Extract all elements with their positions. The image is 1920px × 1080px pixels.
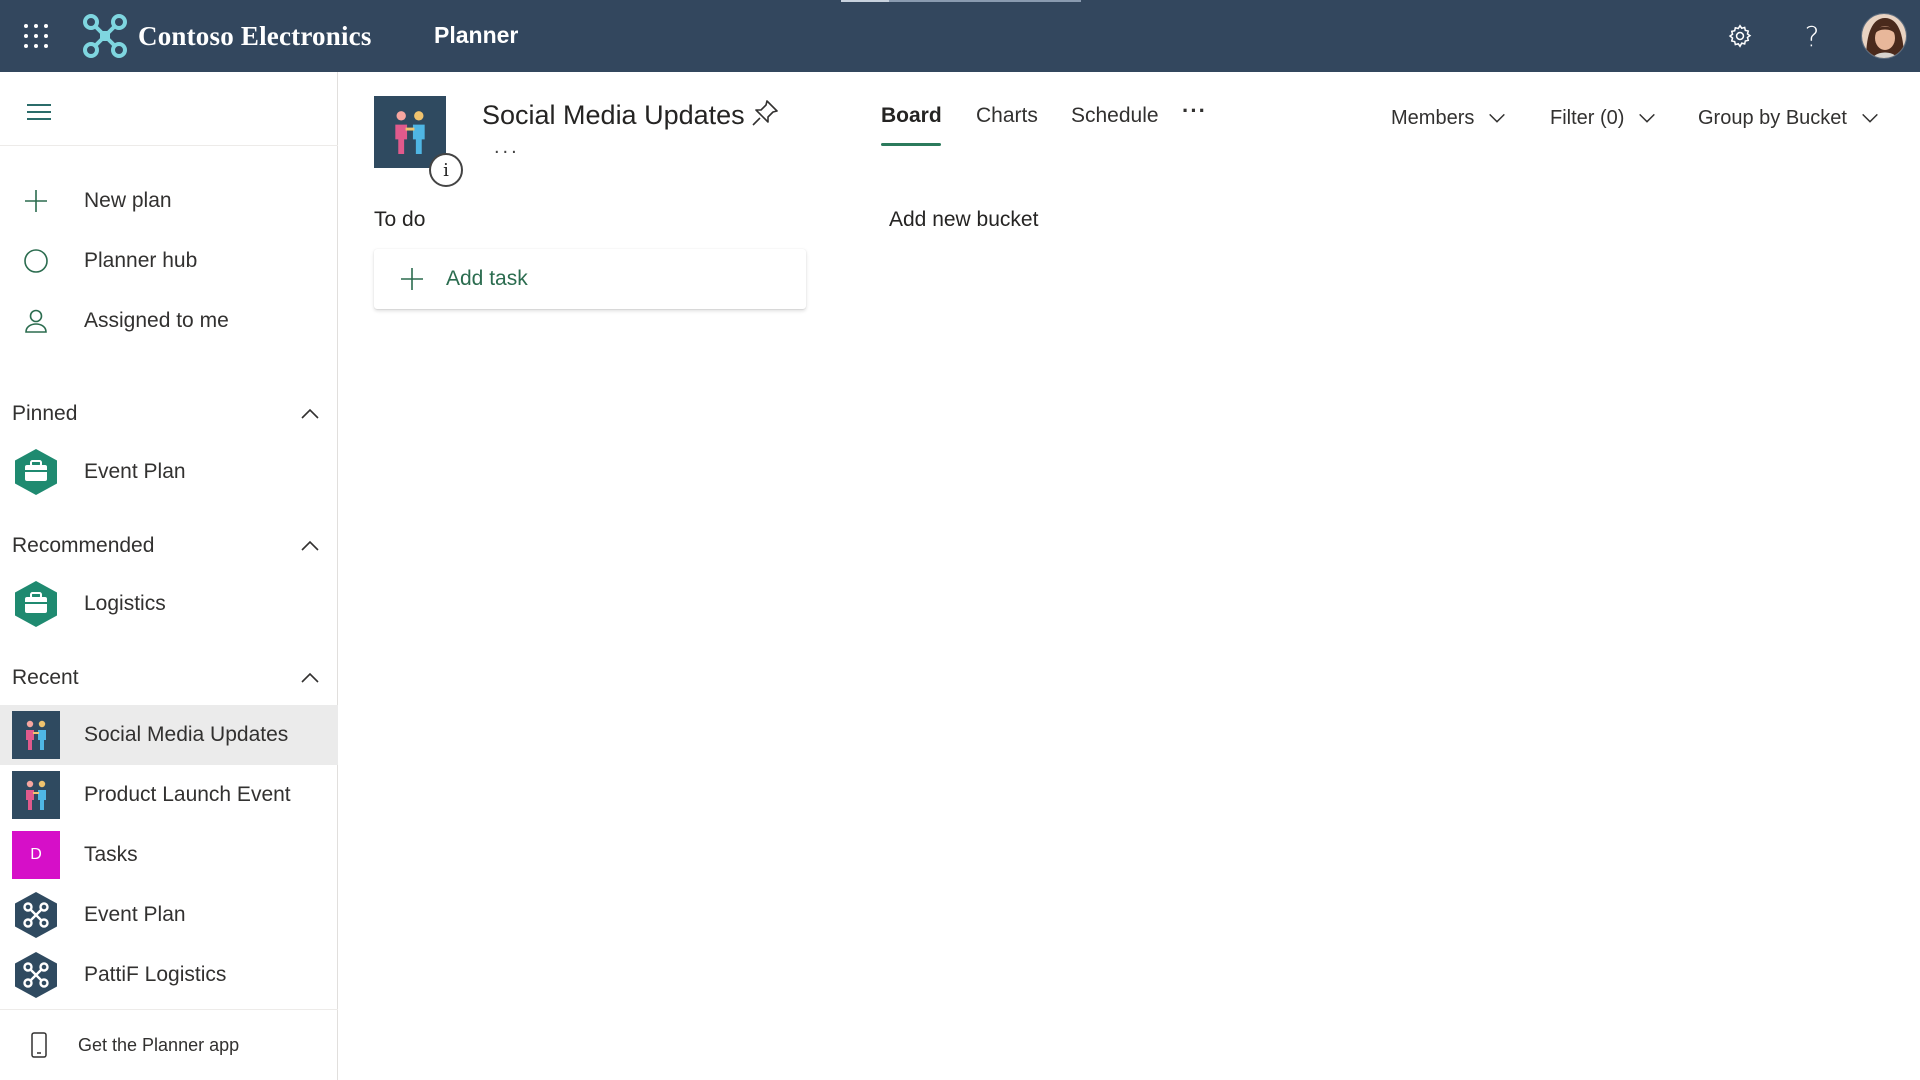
section-title: Pinned — [12, 402, 78, 425]
nav-item-label: PattiF Logistics — [84, 963, 227, 986]
app-name[interactable]: Planner — [434, 22, 518, 49]
section-recent-header[interactable]: Recent — [0, 656, 338, 700]
brand-name: Contoso Electronics — [138, 20, 372, 51]
active-tab-indicator — [881, 143, 941, 146]
group-by-label: Group by Bucket — [1698, 106, 1847, 129]
nav-item-label: Logistics — [84, 592, 166, 615]
left-navigation: New plan Planner hub Assigned to me Pinn… — [0, 72, 338, 1080]
people-thumbnail-icon — [12, 711, 60, 759]
plus-icon — [20, 185, 52, 217]
phone-icon — [31, 1032, 47, 1058]
settings-button[interactable] — [1722, 18, 1758, 54]
nav-item-label: Event Plan — [84, 460, 186, 483]
section-pinned-header[interactable]: Pinned — [0, 392, 338, 436]
nav-item-label: New plan — [84, 189, 172, 212]
nav-item-label: Event Plan — [84, 903, 186, 926]
gear-icon — [1728, 24, 1752, 48]
briefcase-hexagon-icon — [12, 448, 60, 496]
help-icon: ? — [1804, 19, 1820, 53]
add-task-label: Add task — [446, 267, 528, 290]
info-icon: i — [443, 159, 449, 181]
chevron-down-icon — [1639, 113, 1656, 123]
get-planner-app-link[interactable]: Get the Planner app — [0, 1009, 338, 1080]
section-recommended-header[interactable]: Recommended — [0, 524, 338, 568]
letter-thumbnail: D — [12, 831, 60, 879]
recent-item-event-plan[interactable]: Event Plan — [0, 885, 338, 945]
contoso-logo-icon — [83, 14, 127, 58]
nav-planner-hub[interactable]: Planner hub — [0, 233, 338, 289]
recent-item-pattif-logistics[interactable]: PattiF Logistics — [0, 945, 338, 1005]
pin-icon — [752, 100, 778, 126]
filter-label: Filter (0) — [1550, 106, 1625, 129]
add-new-bucket-button[interactable]: Add new bucket — [889, 208, 1038, 232]
pinned-item-event-plan[interactable]: Event Plan — [0, 444, 338, 500]
recent-item-tasks[interactable]: D Tasks — [0, 825, 338, 885]
tab-board[interactable]: Board — [881, 104, 942, 128]
get-app-label: Get the Planner app — [78, 1034, 240, 1055]
plan-info-button[interactable]: i — [429, 153, 463, 187]
chevron-up-icon — [301, 540, 319, 551]
brand[interactable]: Contoso Electronics — [82, 14, 372, 58]
help-button[interactable]: ? — [1794, 18, 1830, 54]
hamburger-icon — [27, 104, 51, 106]
members-label: Members — [1391, 106, 1475, 129]
plan-title[interactable]: Social Media Updates — [482, 100, 745, 131]
drone-hexagon-icon — [12, 951, 60, 999]
section-title: Recent — [12, 666, 79, 689]
nav-item-label: Assigned to me — [84, 309, 229, 332]
person-icon — [20, 305, 52, 337]
tab-schedule[interactable]: Schedule — [1071, 104, 1159, 128]
user-photo — [1862, 14, 1906, 58]
recommended-item-logistics[interactable]: Logistics — [0, 576, 338, 632]
nav-item-label: Planner hub — [84, 249, 198, 272]
divider — [0, 145, 338, 146]
tab-more-button[interactable]: ··· — [1182, 98, 1207, 124]
pin-plan-button[interactable] — [750, 98, 780, 128]
tab-charts[interactable]: Charts — [976, 104, 1038, 128]
circle-icon — [20, 245, 52, 277]
members-dropdown[interactable]: Members — [1391, 104, 1508, 132]
recent-item-product-launch-event[interactable]: Product Launch Event — [0, 765, 338, 825]
top-bar: Contoso Electronics Planner ? — [0, 0, 1920, 72]
chevron-up-icon — [301, 408, 319, 419]
app-launcher-button[interactable] — [22, 22, 50, 50]
nav-item-label: Social Media Updates — [84, 723, 289, 746]
thumbnail-letter: D — [12, 831, 60, 879]
add-task-button[interactable]: Add task — [374, 249, 806, 309]
drone-hexagon-icon — [12, 891, 60, 939]
chevron-up-icon — [301, 672, 319, 683]
collapse-nav-button[interactable] — [24, 96, 56, 128]
group-by-dropdown[interactable]: Group by Bucket — [1698, 104, 1881, 132]
people-thumbnail-icon — [395, 111, 425, 154]
plus-icon — [401, 268, 423, 290]
hamburger-icon-line — [27, 111, 51, 113]
briefcase-hexagon-icon — [12, 580, 60, 628]
chevron-down-icon — [1489, 113, 1506, 123]
hamburger-icon-line — [27, 118, 51, 120]
recent-item-social-media-updates[interactable]: Social Media Updates — [0, 705, 338, 765]
nav-item-label: Tasks — [84, 843, 138, 866]
loading-indicator — [841, 0, 1081, 2]
bucket-title[interactable]: To do — [374, 208, 425, 232]
nav-assigned-to-me[interactable]: Assigned to me — [0, 293, 338, 349]
avatar[interactable] — [1861, 13, 1907, 59]
nav-item-label: Product Launch Event — [84, 783, 291, 806]
nav-new-plan[interactable]: New plan — [0, 173, 338, 229]
people-thumbnail-icon — [12, 771, 60, 819]
plan-more-options-button[interactable]: ... — [494, 136, 520, 159]
section-title: Recommended — [12, 534, 155, 557]
chevron-down-icon — [1862, 113, 1878, 123]
filter-dropdown[interactable]: Filter (0) — [1550, 104, 1658, 132]
